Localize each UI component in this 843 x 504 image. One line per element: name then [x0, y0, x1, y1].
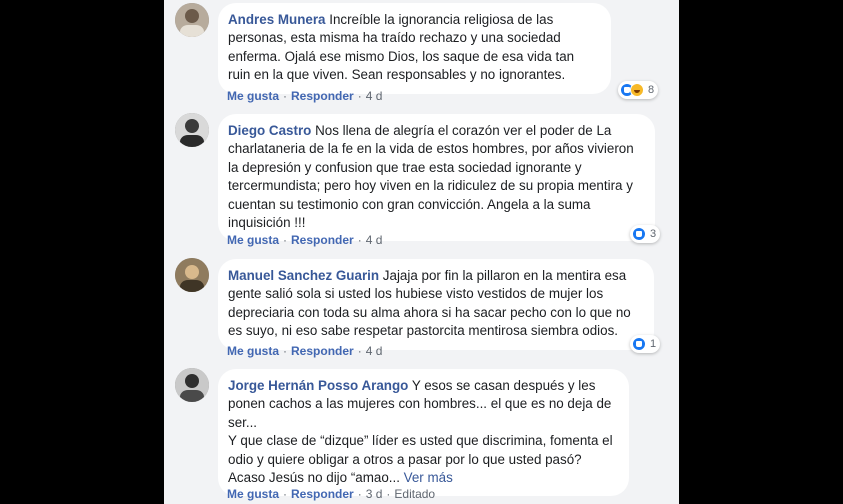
reply-link[interactable]: Responder — [291, 233, 354, 247]
like-icon — [632, 337, 646, 351]
reaction-count: 3 — [650, 228, 657, 240]
reply-link[interactable]: Responder — [291, 89, 354, 103]
like-link[interactable]: Me gusta — [227, 89, 279, 103]
comment-author[interactable]: Manuel Sanchez Guarin — [228, 268, 379, 283]
like-link[interactable]: Me gusta — [227, 344, 279, 358]
comment-actions: Me gusta · Responder · 3 d · Editado — [227, 487, 436, 501]
reaction-count: 1 — [650, 338, 657, 350]
avatar[interactable] — [175, 258, 209, 292]
reply-link[interactable]: Responder — [291, 344, 354, 358]
comment-bubble: Diego Castro Nos llena de alegría el cor… — [218, 114, 655, 242]
comment-text: Nos llena de alegría el corazón ver el p… — [228, 123, 634, 231]
avatar[interactable] — [175, 113, 209, 147]
like-link[interactable]: Me gusta — [227, 233, 279, 247]
comment-author[interactable]: Jorge Hernán Posso Arango — [228, 378, 408, 393]
comment-actions: Me gusta · Responder · 4 d — [227, 89, 383, 103]
comment-timestamp[interactable]: 4 d — [366, 233, 383, 247]
reaction-summary[interactable]: 3 — [630, 225, 661, 243]
avatar[interactable] — [175, 368, 209, 402]
reply-link[interactable]: Responder — [291, 487, 354, 501]
haha-icon — [630, 83, 644, 97]
comment-actions: Me gusta · Responder · 4 d — [227, 233, 383, 247]
comment-author[interactable]: Diego Castro — [228, 123, 311, 138]
edited-label: Editado — [394, 487, 436, 501]
see-more-link[interactable]: Ver más — [404, 470, 453, 485]
comment-timestamp[interactable]: 4 d — [366, 89, 383, 103]
reaction-count: 8 — [648, 84, 655, 96]
like-icon — [632, 227, 646, 241]
reaction-summary[interactable]: 8 — [618, 81, 659, 99]
comment-timestamp[interactable]: 3 d — [366, 487, 383, 501]
comments-panel: Andres Munera Increíble la ignorancia re… — [164, 0, 679, 504]
like-link[interactable]: Me gusta — [227, 487, 279, 501]
comment-timestamp[interactable]: 4 d — [366, 344, 383, 358]
avatar[interactable] — [175, 3, 209, 37]
comment-bubble: Jorge Hernán Posso Arango Y esos se casa… — [218, 369, 629, 497]
comment-bubble: Andres Munera Increíble la ignorancia re… — [218, 3, 611, 94]
comment-actions: Me gusta · Responder · 4 d — [227, 344, 383, 358]
reaction-summary[interactable]: 1 — [630, 335, 661, 353]
comment-bubble: Manuel Sanchez Guarin Jajaja por fin la … — [218, 259, 654, 350]
comment-author[interactable]: Andres Munera — [228, 12, 325, 27]
